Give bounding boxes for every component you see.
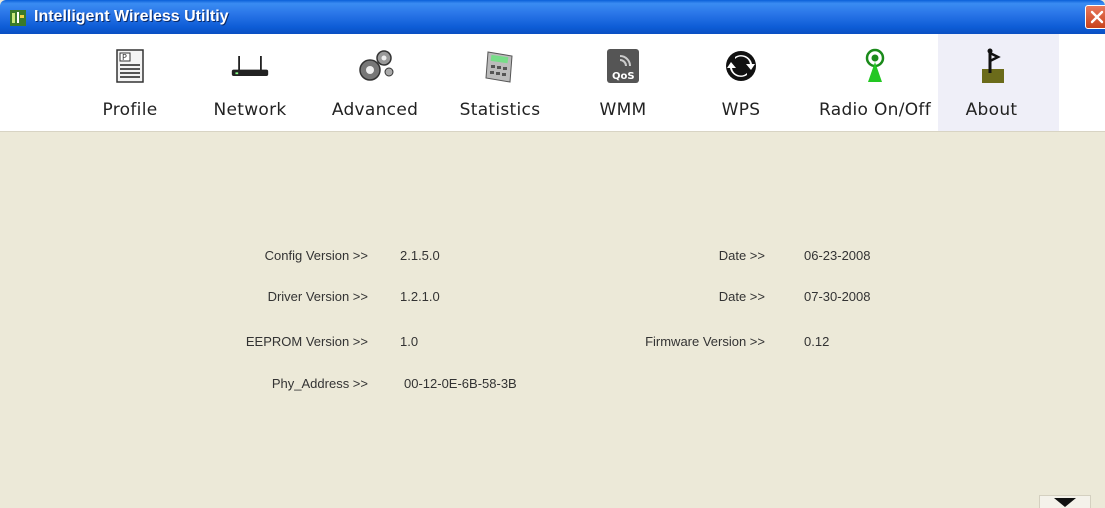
about-icon bbox=[973, 46, 1013, 86]
title-bar[interactable]: Intelligent Wireless Utiltiy bbox=[0, 0, 1105, 34]
driver-date-value: 07-30-2008 bbox=[804, 289, 871, 304]
config-date-label: Date >> bbox=[718, 248, 765, 263]
driver-date-label: Date >> bbox=[718, 289, 765, 304]
toolbar-label-network: Network bbox=[213, 100, 287, 120]
phy-address-value: 00-12-0E-6B-58-3B bbox=[404, 376, 517, 391]
toolbar-item-network[interactable]: Network bbox=[203, 34, 297, 131]
toolbar-label-wmm: WMM bbox=[599, 100, 647, 120]
close-icon bbox=[1090, 10, 1104, 24]
toolbar-label-about: About bbox=[965, 100, 1018, 120]
eeprom-version-value: 1.0 bbox=[400, 334, 419, 349]
toolbar-item-wmm[interactable]: QoS WMM bbox=[585, 34, 661, 131]
qos-icon: QoS bbox=[603, 46, 643, 86]
firmware-version-value: 0.12 bbox=[804, 334, 830, 349]
driver-version-label: Driver Version >> bbox=[267, 289, 368, 304]
svg-text:P: P bbox=[122, 53, 127, 62]
expand-button[interactable] bbox=[1039, 495, 1091, 508]
radio-antenna-icon bbox=[855, 46, 895, 86]
toolbar-item-wps[interactable]: WPS bbox=[708, 34, 774, 131]
window-title: Intelligent Wireless Utiltiy bbox=[34, 8, 229, 25]
eeprom-version-label: EEPROM Version >> bbox=[245, 334, 368, 349]
config-version-value: 2.1.5.0 bbox=[400, 248, 440, 263]
triangle-down-icon bbox=[1054, 498, 1076, 507]
gears-icon bbox=[355, 46, 395, 86]
toolbar-label-wps: WPS bbox=[721, 100, 761, 120]
toolbar-label-statistics: Statistics bbox=[459, 100, 541, 120]
toolbar-label-advanced: Advanced bbox=[331, 100, 419, 120]
main-toolbar: P Profile Network Advanced Statistics Qo… bbox=[0, 34, 1105, 132]
toolbar-item-radio[interactable]: Radio On/Off bbox=[808, 34, 942, 131]
profile-icon: P bbox=[110, 46, 150, 86]
toolbar-item-advanced[interactable]: Advanced bbox=[325, 34, 425, 131]
svg-text:QoS: QoS bbox=[612, 71, 635, 82]
toolbar-item-profile[interactable]: P Profile bbox=[87, 34, 173, 131]
toolbar-label-profile: Profile bbox=[102, 100, 158, 120]
network-router-icon bbox=[230, 46, 270, 86]
phy-address-label: Phy_Address >> bbox=[271, 376, 368, 391]
app-icon bbox=[10, 10, 26, 26]
driver-version-value: 1.2.1.0 bbox=[400, 289, 440, 304]
config-date-value: 06-23-2008 bbox=[804, 248, 871, 263]
wps-icon bbox=[721, 46, 761, 86]
toolbar-item-statistics[interactable]: Statistics bbox=[450, 34, 550, 131]
close-button[interactable] bbox=[1085, 5, 1105, 29]
calculator-icon bbox=[480, 46, 520, 86]
firmware-version-label: Firmware Version >> bbox=[645, 334, 765, 349]
config-version-label: Config Version >> bbox=[264, 248, 368, 263]
toolbar-item-about[interactable]: About bbox=[938, 34, 1059, 131]
about-panel: Config Version >> 2.1.5.0 Date >> 06-23-… bbox=[0, 132, 1105, 508]
toolbar-label-radio: Radio On/Off bbox=[818, 100, 931, 120]
